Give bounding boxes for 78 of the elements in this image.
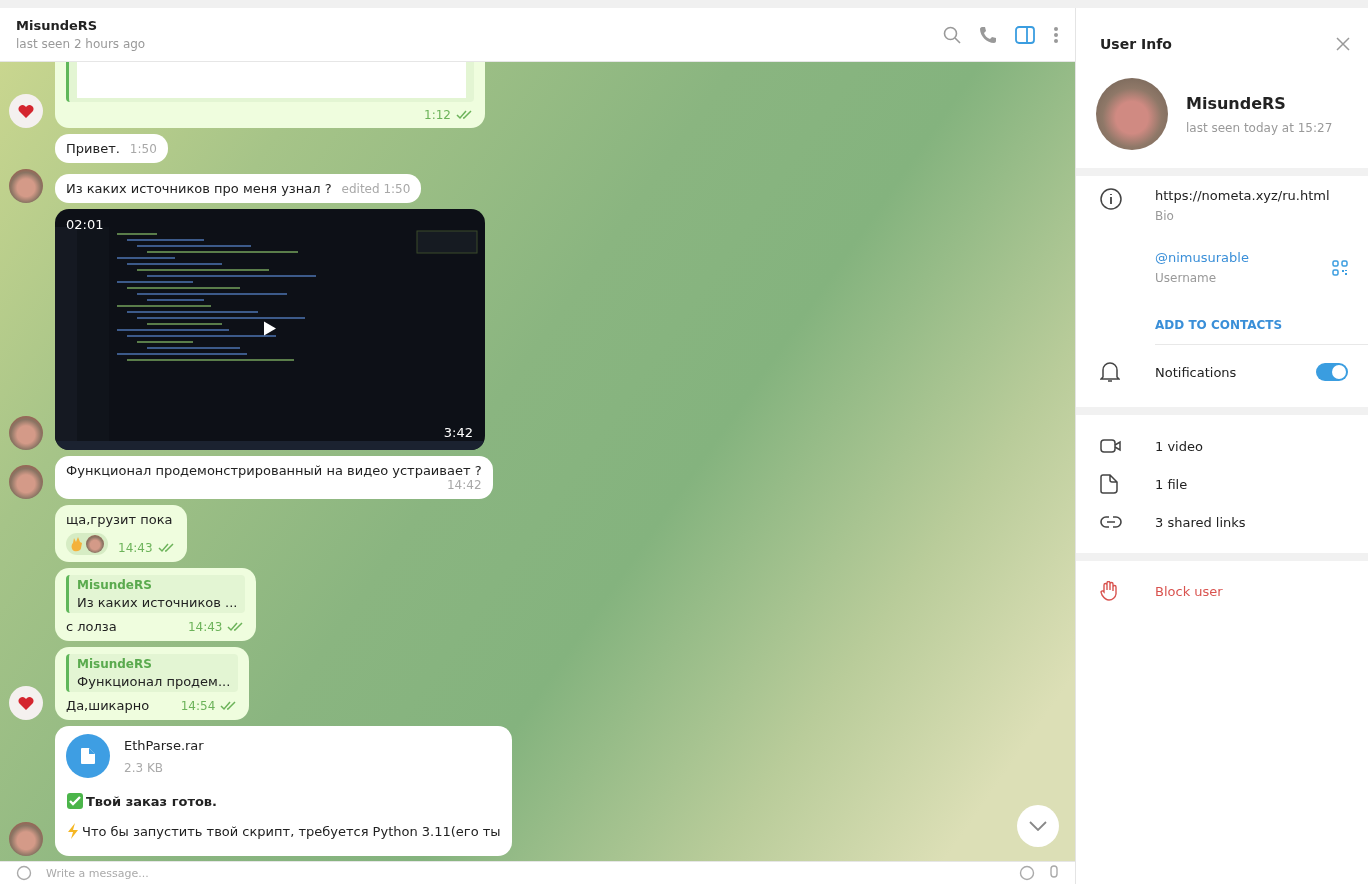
message-text: Что бы запустить твой скрипт, требуется Python 3.11(его ты: [82, 823, 501, 839]
document-icon: [80, 747, 96, 765]
search-icon: [943, 25, 961, 44]
message-text: Из каких источников про меня узнал ?: [66, 181, 332, 196]
shared-media-item[interactable]: 1 video: [1155, 438, 1203, 454]
file-size: 2.3 KB: [124, 760, 164, 775]
video-thumbnail[interactable]: 02:01 3:42: [55, 209, 485, 450]
file-icon: [1100, 474, 1118, 494]
reaction-chip[interactable]: [66, 533, 108, 555]
lightning-icon: [66, 822, 80, 840]
phone-icon: [979, 25, 997, 44]
close-icon: [1336, 37, 1350, 51]
avatar[interactable]: [8, 822, 43, 856]
emoji-icon[interactable]: [1019, 865, 1035, 881]
reactor-avatar: [86, 535, 104, 553]
more-vertical-icon: [1053, 25, 1059, 44]
check-mark-icon: [66, 792, 84, 810]
reply-text: Функционал продем...: [77, 674, 231, 689]
reply-quote[interactable]: MisundeRS Из каких источников ...: [66, 575, 246, 613]
avatar[interactable]: [8, 416, 43, 450]
message-time: 1:12: [424, 108, 451, 122]
message-time: 14:43: [118, 541, 153, 555]
search-button[interactable]: [943, 25, 961, 44]
block-user-button[interactable]: Block user: [1155, 583, 1223, 599]
video-position: 02:01: [66, 217, 104, 232]
notifications-toggle[interactable]: [1316, 363, 1348, 381]
message-time: 14:42: [446, 478, 482, 492]
close-button[interactable]: [1336, 37, 1350, 51]
qr-code-button[interactable]: [1332, 260, 1348, 276]
call-button[interactable]: [979, 25, 997, 44]
message-time: 14:54: [180, 699, 216, 713]
qr-code-icon: [1332, 260, 1348, 276]
message-text: с лолза: [66, 619, 117, 634]
message-text: ща,грузит пока: [66, 512, 173, 527]
message-text: Твой заказ готов.: [86, 793, 217, 809]
play-icon[interactable]: [263, 320, 277, 336]
profile-status: last seen today at 15:27: [1186, 120, 1333, 135]
heart-icon: [16, 103, 35, 119]
link-icon: [1100, 515, 1122, 529]
shared-media-item[interactable]: 3 shared links: [1155, 514, 1246, 530]
message-text: Привет.: [66, 141, 120, 156]
video-camera-icon: [1100, 438, 1122, 454]
message-time: 1:50: [129, 142, 157, 156]
panel-title: User Info: [1100, 36, 1172, 52]
notifications-label: Notifications: [1155, 364, 1237, 380]
message-time: 14:43: [187, 620, 223, 634]
info-icon: [1100, 188, 1122, 210]
shared-media-item[interactable]: 1 file: [1155, 476, 1188, 492]
bio-value: https://nometa.xyz/ru.html: [1155, 188, 1330, 203]
reply-quote[interactable]: MisundeRS Функционал продем...: [66, 654, 239, 692]
file-name: EthParse.rar: [124, 737, 204, 753]
bio-label: Bio: [1155, 209, 1175, 223]
chat-status: last seen 2 hours ago: [16, 37, 146, 51]
reply-author: MisundeRS: [77, 578, 153, 592]
message-composer[interactable]: Write a message...: [0, 861, 1075, 884]
chat-title: MisundeRS: [16, 18, 99, 33]
username-link[interactable]: @nimusurable: [1155, 250, 1249, 265]
avatar[interactable]: [8, 94, 43, 128]
username-label: Username: [1155, 271, 1218, 285]
sidebar-toggle-button[interactable]: [1015, 25, 1035, 44]
profile-name: MisundeRS: [1186, 93, 1287, 113]
chevron-down-icon: [1029, 821, 1047, 831]
scroll-down-button[interactable]: [1017, 805, 1059, 847]
message-text: Функционал продемонстрированный на видео устраивает ?: [66, 463, 482, 478]
hand-icon: [1100, 581, 1118, 601]
reply-author: MisundeRS: [77, 657, 153, 671]
avatar[interactable]: [8, 465, 43, 499]
avatar[interactable]: [8, 169, 43, 203]
bell-icon: [1100, 361, 1120, 383]
menu-button[interactable]: [1053, 25, 1059, 44]
reply-text: Из каких источников ...: [77, 595, 238, 610]
avatar[interactable]: [8, 686, 43, 720]
sidebar-icon: [1015, 25, 1035, 44]
message-text: Да,шикарно: [66, 698, 150, 713]
file-button[interactable]: [66, 734, 110, 778]
heart-icon: [16, 695, 35, 711]
video-duration: 3:42: [443, 425, 473, 440]
message-time: edited 1:50: [341, 182, 411, 196]
